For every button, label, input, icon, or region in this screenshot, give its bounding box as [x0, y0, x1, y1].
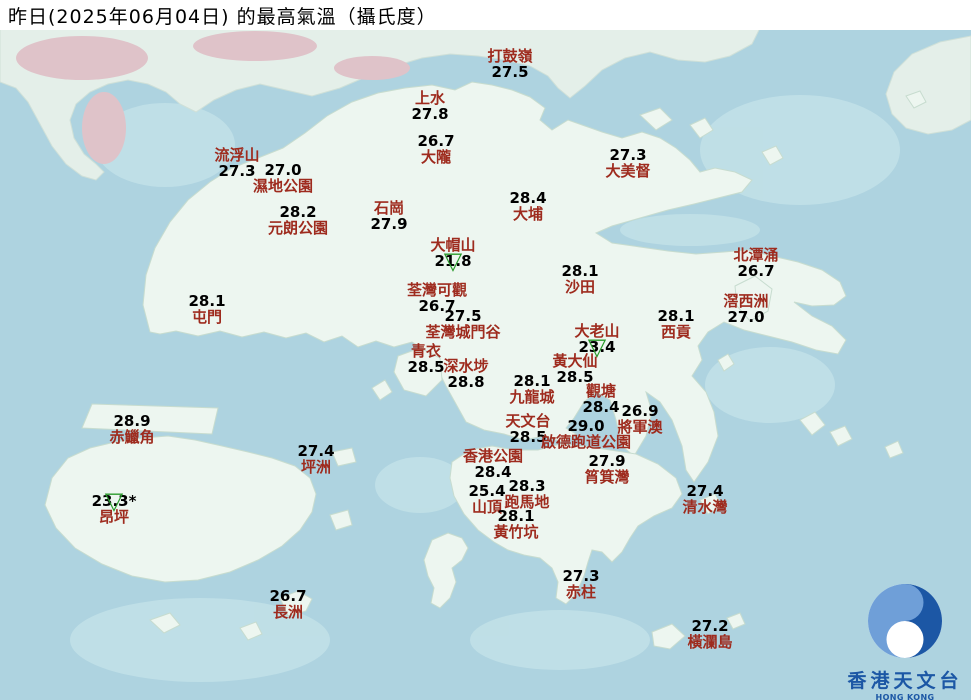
hko-logo-english: HONG KONG OBSERVATORY	[843, 693, 967, 700]
hko-logo: 香港天文台 HONG KONG OBSERVATORY	[843, 582, 967, 700]
hko-logo-chinese: 香港天文台	[843, 666, 967, 693]
weather-map-screen: 昨日(2025年06月04日) 的最高氣溫（攝氏度） 打鼓嶺27.5上水27.8…	[0, 0, 971, 700]
hong-kong-map	[0, 0, 971, 700]
title-bar: 昨日(2025年06月04日) 的最高氣溫（攝氏度）	[0, 0, 971, 30]
page-title: 昨日(2025年06月04日) 的最高氣溫（攝氏度）	[8, 2, 437, 29]
hko-logo-icon	[866, 582, 944, 660]
